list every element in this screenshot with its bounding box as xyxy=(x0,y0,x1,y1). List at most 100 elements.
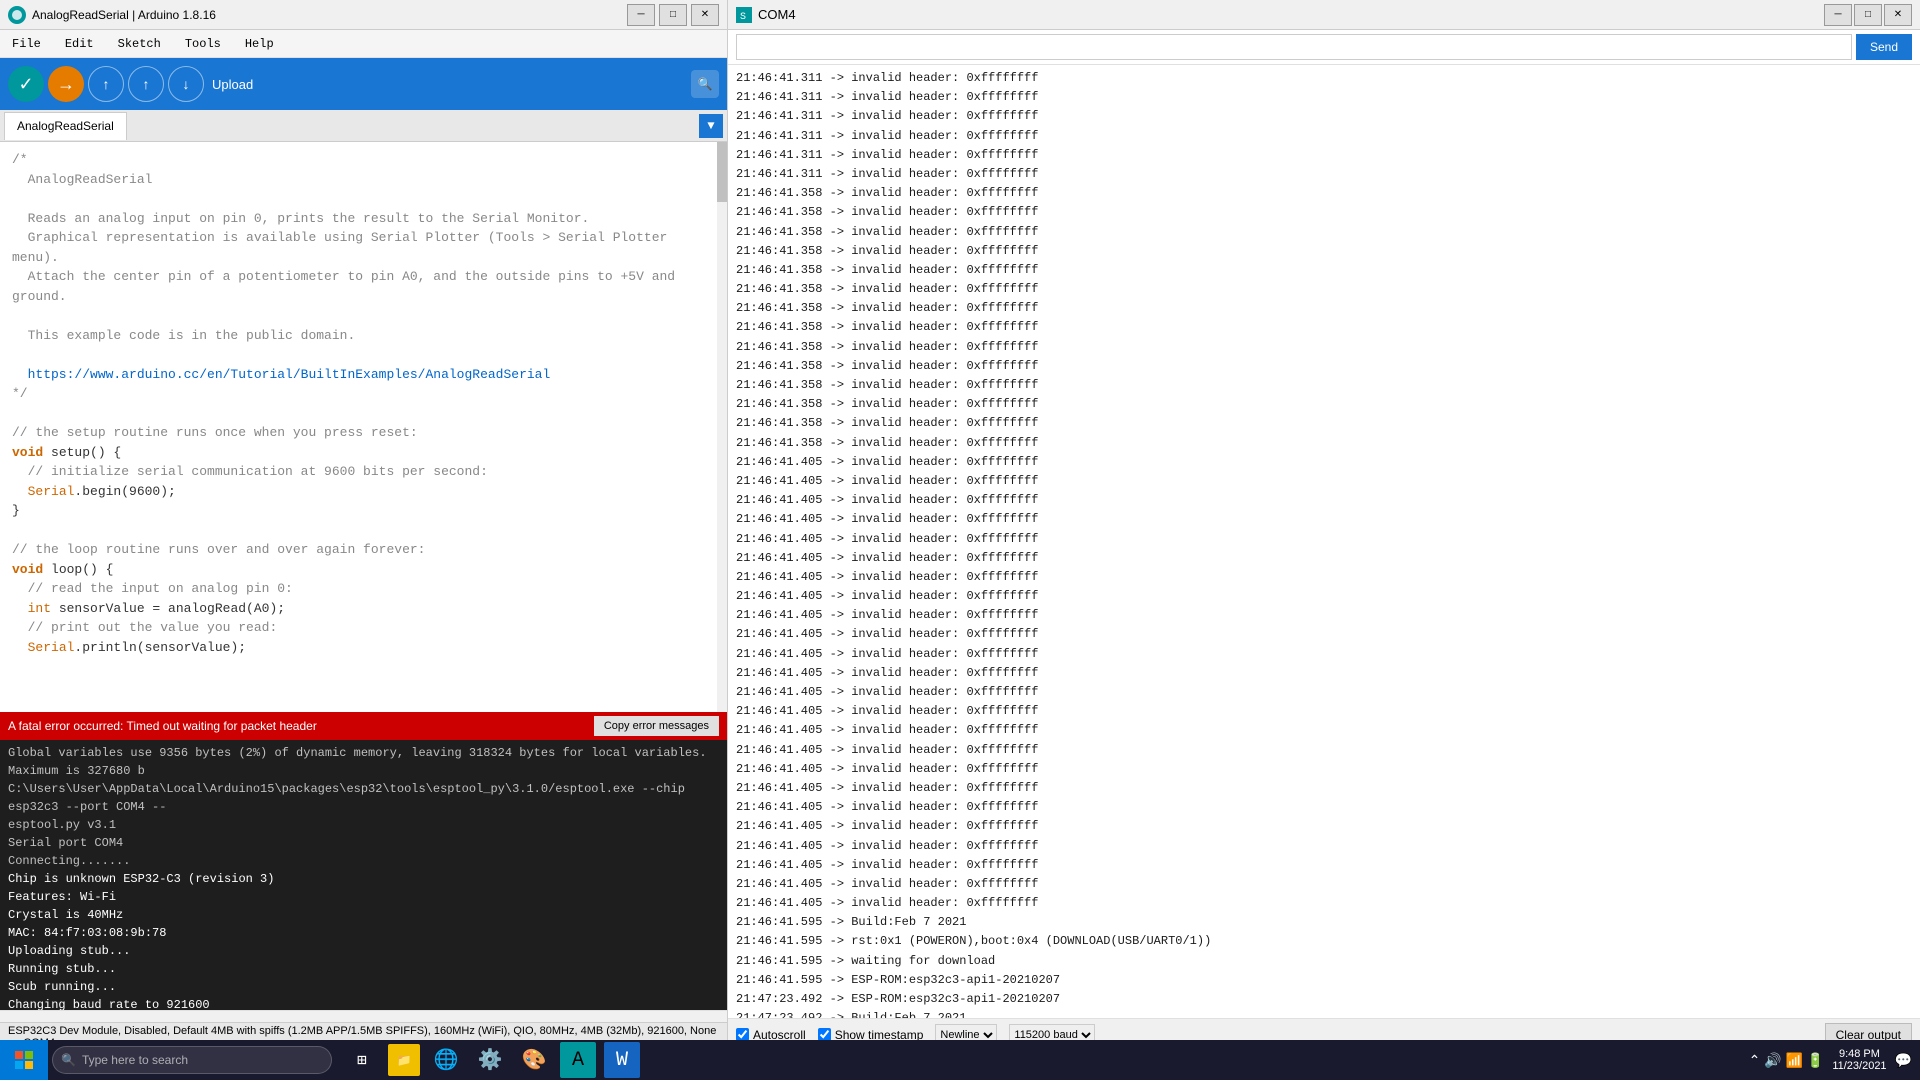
search-placeholder: Type here to search xyxy=(82,1053,188,1067)
console-line: Features: Wi-Fi xyxy=(8,888,719,906)
serial-output-line: 21:46:41.405 -> invalid header: 0xffffff… xyxy=(736,664,1912,683)
serial-output-line: 21:46:41.405 -> invalid header: 0xffffff… xyxy=(736,856,1912,875)
serial-output-line: 21:46:41.595 -> waiting for download xyxy=(736,952,1912,971)
console-line: Uploading stub... xyxy=(8,942,719,960)
code-content: /* AnalogReadSerial Reads an analog inpu… xyxy=(0,142,727,712)
code-line xyxy=(12,404,715,424)
arduino-taskbar-icon[interactable]: A xyxy=(560,1042,596,1078)
serial-send-button[interactable]: Send xyxy=(1856,34,1912,60)
serial-output-line: 21:46:41.358 -> invalid header: 0xffffff… xyxy=(736,338,1912,357)
console-line: MAC: 84:f7:03:08:9b:78 xyxy=(8,924,719,942)
serial-output-line: 21:46:41.358 -> invalid header: 0xffffff… xyxy=(736,414,1912,433)
start-button[interactable] xyxy=(0,1040,48,1080)
serial-output-line: 21:46:41.311 -> invalid header: 0xffffff… xyxy=(736,165,1912,184)
notification-icon[interactable]: 💬 xyxy=(1895,1052,1912,1069)
code-line: https://www.arduino.cc/en/Tutorial/Built… xyxy=(12,365,715,385)
serial-output-line: 21:46:41.405 -> invalid header: 0xffffff… xyxy=(736,625,1912,644)
serial-monitor-title-bar: S COM4 ─ □ ✕ xyxy=(728,0,1920,30)
taskbar-right: ⌃ 🔊 📶 🔋 9:48 PM 11/23/2021 💬 xyxy=(1741,1048,1920,1072)
search-icon[interactable]: 🔍 xyxy=(691,70,719,98)
serial-output-line: 21:46:41.595 -> Build:Feb 7 2021 xyxy=(736,913,1912,932)
taskbar-search[interactable]: 🔍 Type here to search xyxy=(52,1046,332,1074)
code-line: Serial.println(sensorValue); xyxy=(12,638,715,658)
serial-output-line: 21:46:41.358 -> invalid header: 0xffffff… xyxy=(736,203,1912,222)
close-button[interactable]: ✕ xyxy=(691,4,719,26)
taskbar-app-icons: ⊞ 📁 🌐 ⚙️ 🎨 A W xyxy=(344,1042,640,1078)
serial-close-button[interactable]: ✕ xyxy=(1884,4,1912,26)
code-line: // read the input on analog pin 0: xyxy=(12,579,715,599)
code-line: void loop() { xyxy=(12,560,715,580)
paint-icon[interactable]: 🎨 xyxy=(516,1042,552,1078)
console-line: esptool.py v3.1 xyxy=(8,816,719,834)
code-line: void setup() { xyxy=(12,443,715,463)
minimize-button[interactable]: ─ xyxy=(627,4,655,26)
menu-edit[interactable]: Edit xyxy=(61,35,98,53)
serial-output-line: 21:46:41.358 -> invalid header: 0xffffff… xyxy=(736,261,1912,280)
verify-button[interactable]: ✓ xyxy=(8,66,44,102)
code-editor: /* AnalogReadSerial Reads an analog inpu… xyxy=(0,142,727,712)
serial-monitor-icon: S xyxy=(736,7,752,23)
serial-output-line: 21:46:41.405 -> invalid header: 0xffffff… xyxy=(736,587,1912,606)
code-line: // print out the value you read: xyxy=(12,618,715,638)
menu-tools[interactable]: Tools xyxy=(181,35,225,53)
serial-output-line: 21:46:41.405 -> invalid header: 0xffffff… xyxy=(736,741,1912,760)
serial-send-input[interactable] xyxy=(736,34,1852,60)
maximize-button[interactable]: □ xyxy=(659,4,687,26)
serial-output-line: 21:46:41.405 -> invalid header: 0xffffff… xyxy=(736,817,1912,836)
console-line: C:\Users\User\AppData\Local\Arduino15\pa… xyxy=(8,780,719,816)
serial-output-line: 21:46:41.405 -> invalid header: 0xffffff… xyxy=(736,779,1912,798)
serial-output-line: 21:46:41.405 -> invalid header: 0xffffff… xyxy=(736,530,1912,549)
word-taskbar-icon[interactable]: W xyxy=(604,1042,640,1078)
taskview-icon[interactable]: ⊞ xyxy=(344,1042,380,1078)
upload-button[interactable]: → xyxy=(48,66,84,102)
menu-sketch[interactable]: Sketch xyxy=(114,35,165,53)
svg-text:S: S xyxy=(740,12,746,23)
open-button[interactable]: ↑ xyxy=(128,66,164,102)
menu-help[interactable]: Help xyxy=(241,35,278,53)
send-bar: Send xyxy=(728,30,1920,65)
explorer-icon[interactable]: 📁 xyxy=(388,1044,420,1076)
copy-error-button[interactable]: Copy error messages xyxy=(594,716,719,736)
code-line: */ xyxy=(12,384,715,404)
horizontal-scrollbar[interactable] xyxy=(0,1010,727,1022)
serial-output-line: 21:46:41.405 -> invalid header: 0xffffff… xyxy=(736,683,1912,702)
code-scrollbar-thumb[interactable] xyxy=(717,142,727,202)
code-line xyxy=(12,521,715,541)
serial-output-line: 21:46:41.358 -> invalid header: 0xffffff… xyxy=(736,280,1912,299)
code-scrollbar[interactable] xyxy=(717,142,727,712)
system-tray-icons: ⌃ 🔊 📶 🔋 xyxy=(1749,1052,1825,1069)
code-line: // the loop routine runs over and over a… xyxy=(12,540,715,560)
code-line: Reads an analog input on pin 0, prints t… xyxy=(12,209,715,229)
serial-output-line: 21:46:41.358 -> invalid header: 0xffffff… xyxy=(736,376,1912,395)
console-line: Serial port COM4 xyxy=(8,834,719,852)
new-button[interactable]: ↑ xyxy=(88,66,124,102)
save-button[interactable]: ↓ xyxy=(168,66,204,102)
code-line xyxy=(12,345,715,365)
serial-output-line: 21:46:41.405 -> invalid header: 0xffffff… xyxy=(736,721,1912,740)
console-line: Scub running... xyxy=(8,978,719,996)
chrome-icon[interactable]: ⚙️ xyxy=(472,1042,508,1078)
menu-file[interactable]: File xyxy=(8,35,45,53)
serial-output-line: 21:46:41.405 -> invalid header: 0xffffff… xyxy=(736,645,1912,664)
console-line: Changing baud rate to 921600 xyxy=(8,996,719,1010)
serial-output-line: 21:46:41.311 -> invalid header: 0xffffff… xyxy=(736,107,1912,126)
arduino-title-bar: AnalogReadSerial | Arduino 1.8.16 ─ □ ✕ xyxy=(0,0,727,30)
serial-output-line: 21:46:41.595 -> rst:0x1 (POWERON),boot:0… xyxy=(736,932,1912,951)
clock-time: 9:48 PM xyxy=(1832,1048,1886,1060)
serial-output-line: 21:46:41.358 -> invalid header: 0xffffff… xyxy=(736,318,1912,337)
serial-output-line: 21:46:41.358 -> invalid header: 0xffffff… xyxy=(736,395,1912,414)
error-message: A fatal error occurred: Timed out waitin… xyxy=(8,719,317,733)
serial-output-line: 21:46:41.358 -> invalid header: 0xffffff… xyxy=(736,223,1912,242)
serial-minimize-button[interactable]: ─ xyxy=(1824,4,1852,26)
code-line: Attach the center pin of a potentiometer… xyxy=(12,267,715,306)
serial-output: 21:46:41.311 -> invalid header: 0xffffff… xyxy=(728,65,1920,1018)
serial-output-line: 21:46:41.405 -> invalid header: 0xffffff… xyxy=(736,798,1912,817)
tab-dropdown[interactable]: ▼ xyxy=(699,114,723,138)
code-line xyxy=(12,306,715,326)
tab-label: AnalogReadSerial xyxy=(17,119,114,133)
edge-icon[interactable]: 🌐 xyxy=(428,1042,464,1078)
serial-maximize-button[interactable]: □ xyxy=(1854,4,1882,26)
code-line: AnalogReadSerial xyxy=(12,170,715,190)
serial-output-line: 21:46:41.405 -> invalid header: 0xffffff… xyxy=(736,491,1912,510)
tab-analogreadserial[interactable]: AnalogReadSerial xyxy=(4,112,127,140)
